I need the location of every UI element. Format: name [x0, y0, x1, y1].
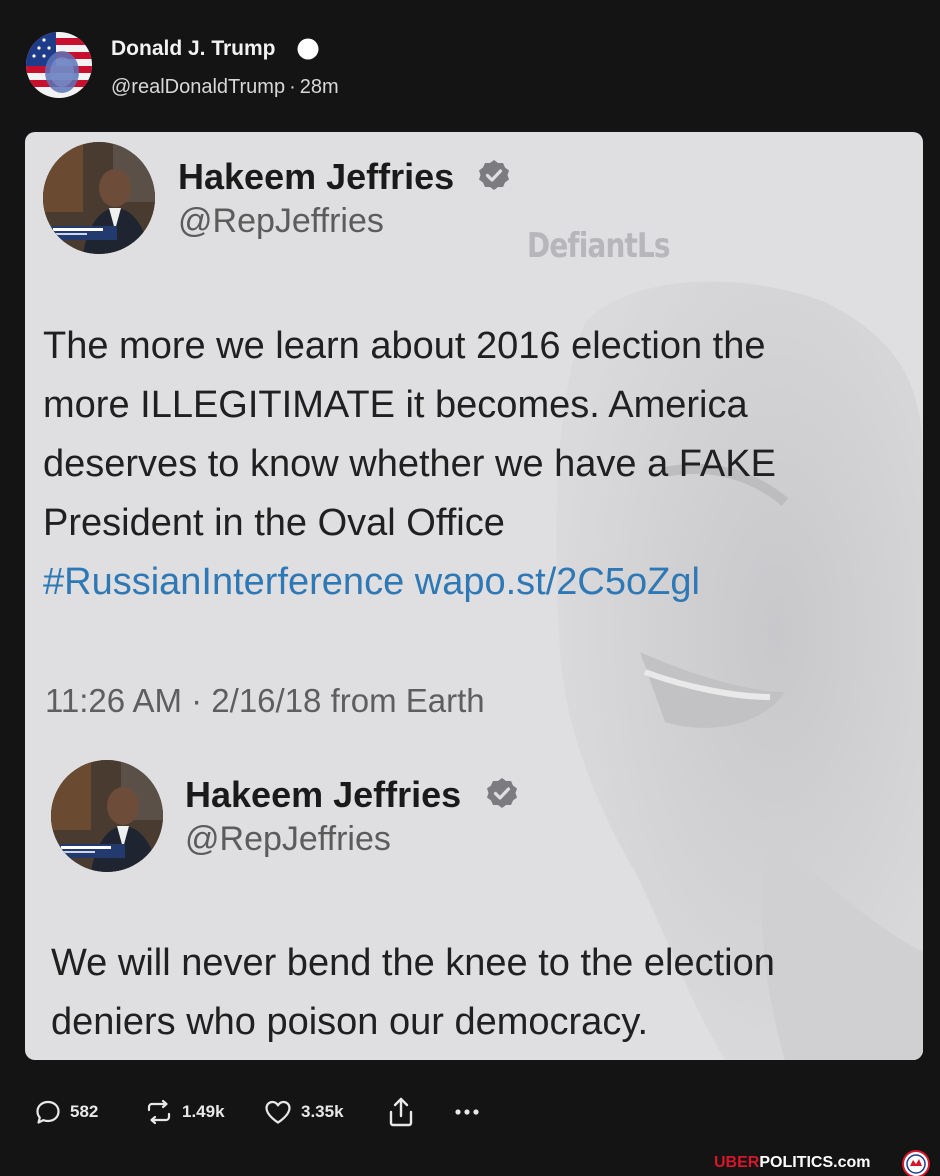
author-avatar[interactable] [26, 32, 92, 98]
reply-button[interactable]: 582 [34, 1088, 98, 1136]
more-options-button[interactable] [452, 1088, 482, 1136]
action-bar: 582 1.49k 3.35k [0, 1088, 940, 1138]
author-meta: @realDonaldTrump · 28m [111, 76, 339, 99]
watermark: DefiantLs [527, 226, 671, 266]
tweet1-text: The more we learn about 2016 election th… [43, 317, 776, 612]
tweet2-avatar [51, 760, 163, 872]
tweet2-text-line: deniers who poison our democracy. [51, 1001, 649, 1043]
tweet1-text-line: President in the Oval Office [43, 502, 505, 544]
repost-button[interactable]: 1.49k [144, 1088, 225, 1136]
author-name[interactable]: Donald J. Trump [111, 37, 276, 61]
repost-count: 1.49k [182, 1102, 225, 1121]
site-name-white: POLITICS.com [759, 1154, 871, 1171]
tweet1-author-handle: @RepJeffries [178, 202, 384, 240]
reply-count: 582 [70, 1102, 99, 1121]
post-time[interactable]: 28m [300, 76, 339, 98]
site-watermark: UBERPOLITICS.com [714, 1154, 870, 1172]
tweet2-author-name: Hakeem Jeffries [185, 774, 462, 815]
like-button[interactable]: 3.35k [263, 1088, 344, 1136]
embedded-screenshot[interactable]: DefiantLs Hakeem Jeffries @RepJeffries T… [25, 132, 923, 1060]
tweet2-text: We will never bend the knee to the elect… [51, 934, 775, 1052]
share-icon [389, 1097, 413, 1127]
tweet1-hashtag: #RussianInterference [43, 561, 405, 603]
repost-icon [147, 1099, 171, 1125]
tweet1-author-name: Hakeem Jeffries [178, 156, 455, 197]
tweet1-avatar [43, 142, 155, 254]
more-dots-icon [455, 1109, 479, 1115]
tweet1-link: wapo.st/2C5oZgl [414, 561, 700, 603]
reply-icon [36, 1100, 60, 1124]
like-count: 3.35k [301, 1102, 344, 1121]
tweet1-verified-icon [479, 160, 509, 190]
tweet1-text-line: deserves to know whether we have a FAKE [43, 443, 776, 485]
meta-separator: · [289, 76, 296, 98]
author-handle[interactable]: @realDonaldTrump [111, 76, 285, 98]
share-button[interactable] [387, 1088, 415, 1136]
tweet2-verified-icon [487, 778, 517, 808]
tweet1-text-line: The more we learn about 2016 election th… [43, 325, 766, 367]
heart-icon [265, 1100, 291, 1124]
verified-badge-icon [297, 38, 319, 60]
tweet2-text-line: We will never bend the knee to the elect… [51, 942, 775, 984]
tweet1-text-line: more ILLEGITIMATE it becomes. America [43, 384, 748, 426]
post-header: Donald J. Trump @realDonaldTrump · 28m [0, 0, 940, 120]
tweet1-links-line: #RussianInterference wapo.st/2C5oZgl [43, 553, 776, 612]
site-logo-icon [902, 1150, 930, 1176]
tweet1-timestamp: 11:26 AM · 2/16/18 from Earth [45, 682, 485, 719]
tweet2-author-handle: @RepJeffries [185, 820, 391, 858]
site-name-red: UBER [714, 1154, 760, 1171]
